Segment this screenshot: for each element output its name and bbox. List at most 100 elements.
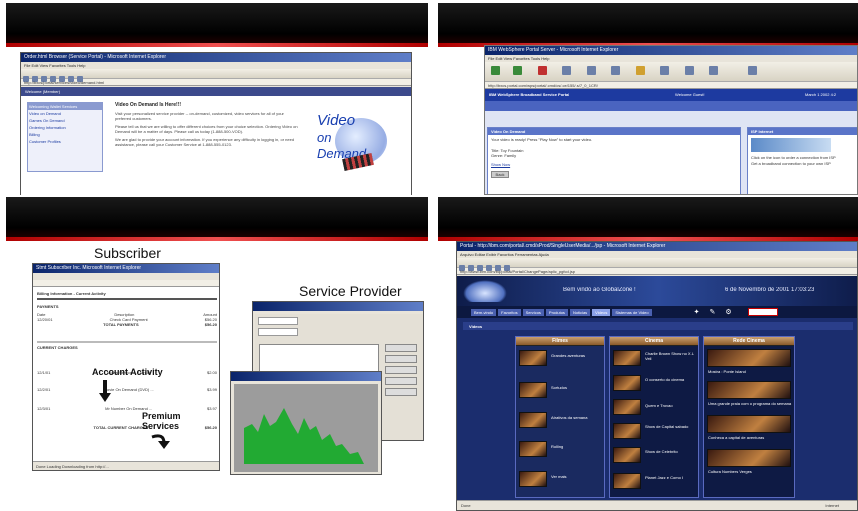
provider-button[interactable]	[385, 355, 417, 363]
status-bar: Done Internet	[457, 500, 857, 510]
video-thumbnail[interactable]	[707, 449, 791, 467]
window-title	[253, 302, 423, 311]
video-title[interactable]: Cultura Numbers Verges	[708, 469, 752, 474]
status-left: Done	[461, 503, 471, 508]
sidebar-item-2[interactable]: Games On Demand	[28, 117, 102, 124]
isp-image[interactable]	[751, 138, 831, 152]
video-thumbnail[interactable]	[519, 471, 547, 487]
table-row: TOTAL PAYMENTS $56.20	[37, 322, 217, 327]
menu-bar[interactable]: File Edit View Favorites Tools Help	[485, 55, 857, 62]
graph-window	[230, 371, 382, 475]
section-bar: Videos	[463, 322, 853, 330]
video-title[interactable]: Show de Capital sabado	[645, 424, 688, 429]
usage-graph	[244, 408, 364, 464]
panel-bottom-right: Portal - http://ibm.com/portal/.cmd/sPro…	[438, 197, 858, 511]
video-thumbnail[interactable]	[707, 415, 791, 433]
section-title: Videos	[469, 324, 483, 329]
video-title[interactable]: Atrativos da semana	[551, 415, 587, 420]
video-thumbnail[interactable]	[613, 399, 641, 415]
video-thumbnail[interactable]	[519, 412, 547, 428]
video-thumbnail[interactable]	[613, 447, 641, 463]
home-icon[interactable]	[586, 66, 596, 75]
status-bar: Done Loading Downloading from http://...	[33, 461, 219, 470]
stop-icon[interactable]	[537, 66, 547, 75]
video-thumbnail[interactable]	[707, 349, 791, 367]
headline: Video On Demand Is Here!!!	[115, 102, 182, 108]
tab-bem-vindo[interactable]: Bem-vindo	[471, 308, 497, 316]
divider	[37, 298, 217, 300]
forward-icon[interactable]	[513, 66, 523, 75]
label-subscriber: Subscriber	[94, 245, 161, 261]
video-thumbnail[interactable]	[613, 423, 641, 439]
tab-produtos[interactable]: Produtos	[545, 308, 568, 316]
video-title[interactable]: Show de Celebrito	[645, 449, 678, 454]
portal-page: Bem vindo ao GlobalZone ! 6 de Novembro …	[457, 276, 857, 502]
portlet-isp: ISP Internet Click on the icon to order …	[747, 127, 857, 194]
video-thumbnail[interactable]	[613, 375, 641, 391]
print-icon[interactable]	[709, 66, 719, 75]
video-thumbnail[interactable]	[519, 441, 547, 457]
address-bar[interactable]: http://www.ibm.com/bq/portal/Portal/Chan…	[457, 268, 857, 275]
row-desc: TOTAL CURRENT CHARGES	[93, 425, 149, 430]
video-title[interactable]: Conheca a capital de aventuras	[708, 435, 764, 440]
back-icon[interactable]	[491, 66, 500, 75]
menu-bar[interactable]: File Edit View Favorites Tools Help	[21, 62, 411, 69]
tool-icon[interactable]: ⚙	[725, 308, 731, 316]
back-button[interactable]: Back	[491, 171, 509, 178]
video-thumbnail[interactable]	[519, 382, 547, 398]
panel-top-right: IBM WebSphere Portal Server - Microsoft …	[438, 3, 858, 195]
page-body: Welcoming Wallet Services Video on Deman…	[21, 96, 411, 195]
sidebar-item-1[interactable]: Video on Demand	[28, 110, 102, 117]
video-thumbnail[interactable]	[519, 350, 547, 366]
video-title[interactable]: Rolling	[551, 444, 563, 449]
provider-button[interactable]	[385, 344, 417, 352]
video-title[interactable]: Uma grande praia com o programa do seman…	[708, 401, 791, 406]
search-icon[interactable]	[611, 66, 621, 75]
address-bar[interactable]	[33, 280, 219, 287]
sidebar-item-3[interactable]: Ordering Information	[28, 124, 102, 131]
provider-button[interactable]	[385, 388, 417, 396]
address-bar[interactable]: http://bxcs/portal/services/video/demand…	[21, 79, 411, 86]
video-title[interactable]: Quem e Trovao	[645, 403, 673, 408]
video-thumbnail[interactable]	[613, 473, 641, 489]
video-title[interactable]: Mostra : Ponte Island	[708, 369, 746, 374]
video-title[interactable]: O conserto do cinema	[645, 377, 684, 382]
browser-window-globalzone: Portal - http://ibm.com/portal/.cmd/sPro…	[456, 241, 858, 511]
sidebar-item-0[interactable]: Welcoming Wallet Services	[28, 103, 102, 110]
tab-sistemas[interactable]: Sistemas de Video	[612, 308, 652, 316]
tool-icon[interactable]: ✎	[710, 308, 716, 316]
refresh-icon[interactable]	[562, 66, 572, 75]
video-thumbnail[interactable]	[613, 350, 641, 366]
provider-button[interactable]	[385, 377, 417, 385]
tools-icons: ✦ ✎ ⚙	[694, 308, 732, 316]
tab-videos[interactable]: Videos	[592, 308, 611, 316]
sidebar-item-4[interactable]: Billing	[28, 131, 102, 138]
video-title[interactable]: Ver mais	[551, 474, 567, 479]
bill-section-payments: PAYMENTS	[37, 304, 59, 309]
tab-favoritos[interactable]: Favoritos	[498, 308, 521, 316]
provider-button[interactable]	[385, 366, 417, 374]
toolbar	[21, 69, 411, 82]
address-bar[interactable]: http://bxcs.portal.com/wps/portal/.cmd/c…	[485, 82, 857, 89]
banner-user: Welcome Guest!	[675, 92, 705, 97]
history-icon[interactable]	[660, 66, 670, 75]
favorites-icon[interactable]	[635, 66, 645, 75]
tool-icon[interactable]: ✦	[694, 308, 700, 316]
show-now-link[interactable]: Show Now	[488, 158, 740, 171]
tab-servicos[interactable]: Servicos	[522, 308, 544, 316]
realguide-icon[interactable]	[747, 66, 757, 75]
video-title[interactable]: Planet Jazz e Como I	[645, 475, 683, 480]
video-title[interactable]: Sortudos	[551, 385, 567, 390]
row-date: 12/3/01	[37, 406, 51, 411]
row-amount: $3.97	[206, 406, 217, 411]
video-title[interactable]: Grandes aventuras	[551, 353, 585, 358]
row-date: 12/1/01	[37, 370, 51, 375]
video-title[interactable]: Charlie Brown Show no X.L Veil	[645, 351, 698, 361]
sidebar-item-5[interactable]: Customer Profiles	[28, 138, 102, 145]
video-thumbnail[interactable]	[707, 381, 791, 399]
mail-icon[interactable]	[684, 66, 694, 75]
logo-word-video: Video	[317, 112, 356, 129]
tab-noticias[interactable]: Noticias	[569, 308, 591, 316]
menu-bar[interactable]	[33, 273, 219, 280]
menu-bar[interactable]: Arquivo Editar Exibir Favoritos Ferramen…	[457, 251, 857, 258]
